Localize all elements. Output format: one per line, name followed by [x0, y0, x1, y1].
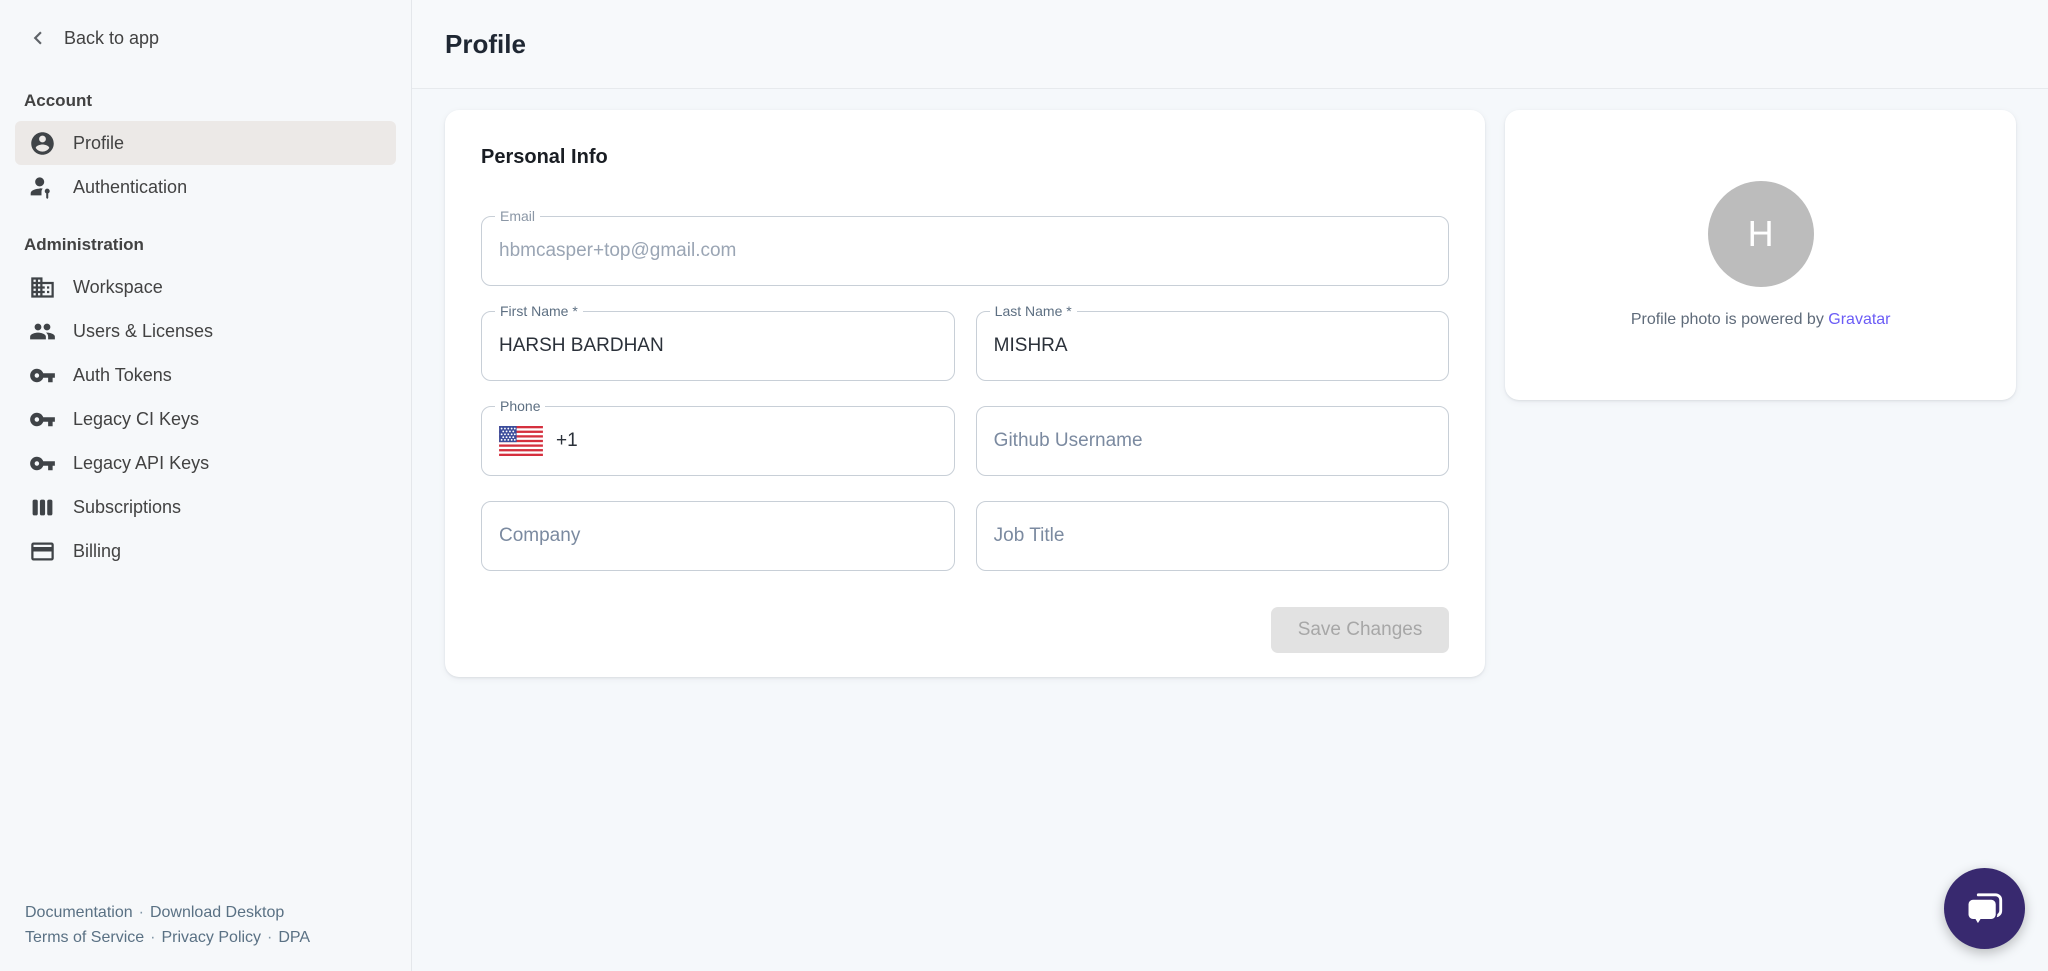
company-field[interactable]	[481, 501, 955, 571]
save-row: Save Changes	[481, 607, 1449, 653]
sidebar-item-label: Subscriptions	[73, 497, 181, 518]
sidebar-item-label: Legacy API Keys	[73, 453, 209, 474]
credit-card-icon	[29, 538, 56, 565]
download-desktop-link[interactable]: Download Desktop	[150, 904, 284, 921]
avatar: H	[1708, 181, 1814, 287]
dpa-link[interactable]: DPA	[278, 929, 310, 946]
sidebar-item-profile[interactable]: Profile	[15, 121, 396, 165]
account-circle-icon	[29, 130, 56, 157]
photo-caption: Profile photo is powered by Gravatar	[1631, 311, 1891, 329]
key-icon	[29, 362, 56, 389]
last-name-input[interactable]	[994, 335, 1432, 357]
sidebar-item-authentication[interactable]: Authentication	[15, 165, 396, 209]
sidebar-item-legacy-api-keys[interactable]: Legacy API Keys	[15, 441, 396, 485]
sidebar-item-label: Workspace	[73, 277, 163, 298]
job-title-field[interactable]	[976, 501, 1450, 571]
page-header: Profile	[412, 0, 2048, 89]
sidebar-item-label: Legacy CI Keys	[73, 409, 199, 430]
terms-of-service-link[interactable]: Terms of Service	[25, 929, 144, 946]
sidebar-item-users-licenses[interactable]: Users & Licenses	[15, 309, 396, 353]
email-field[interactable]: Email	[481, 216, 1449, 286]
sidebar-item-legacy-ci-keys[interactable]: Legacy CI Keys	[15, 397, 396, 441]
section-title-administration: Administration	[24, 235, 387, 255]
sidebar-item-label: Users & Licenses	[73, 321, 213, 342]
person-key-icon	[29, 174, 56, 201]
chat-widget-button[interactable]	[1944, 868, 2025, 949]
github-username-input[interactable]	[994, 430, 1432, 452]
photo-caption-text: Profile photo is powered by	[1631, 311, 1824, 328]
footer-separator: ·	[261, 929, 278, 946]
key-icon	[29, 450, 56, 477]
last-name-field[interactable]: Last Name *	[976, 311, 1450, 381]
footer-separator: ·	[133, 904, 150, 921]
email-field-label: Email	[495, 208, 540, 225]
privacy-policy-link[interactable]: Privacy Policy	[161, 929, 261, 946]
chat-bubbles-icon	[1962, 886, 2008, 932]
back-to-app-label: Back to app	[64, 28, 159, 49]
last-name-field-label: Last Name *	[990, 303, 1077, 320]
section-title-account: Account	[24, 91, 387, 111]
phone-input[interactable]	[556, 430, 937, 452]
sidebar-item-label: Auth Tokens	[73, 365, 172, 386]
us-flag-icon[interactable]	[499, 426, 543, 456]
job-title-input[interactable]	[994, 525, 1432, 547]
sidebar-item-workspace[interactable]: Workspace	[15, 265, 396, 309]
sidebar-footer: Documentation·Download Desktop Terms of …	[0, 900, 411, 971]
sidebar-item-label: Authentication	[73, 177, 187, 198]
bars-icon	[29, 494, 56, 521]
sidebar-item-label: Billing	[73, 541, 121, 562]
sidebar-item-auth-tokens[interactable]: Auth Tokens	[15, 353, 396, 397]
phone-field-label: Phone	[495, 398, 545, 415]
back-to-app-button[interactable]: Back to app	[0, 0, 411, 51]
personal-info-card: Personal Info Email First Name * Last Na…	[445, 110, 1485, 677]
footer-row-1: Documentation·Download Desktop	[25, 900, 387, 926]
first-name-field[interactable]: First Name *	[481, 311, 955, 381]
profile-photo-card: H Profile photo is powered by Gravatar	[1505, 110, 2016, 400]
documentation-link[interactable]: Documentation	[25, 904, 133, 921]
email-input[interactable]	[499, 240, 1431, 262]
phone-field[interactable]: Phone	[481, 406, 955, 476]
key-icon	[29, 406, 56, 433]
sidebar-item-label: Profile	[73, 133, 124, 154]
sidebar-item-billing[interactable]: Billing	[15, 529, 396, 573]
main-area: Profile Personal Info Email First Name *…	[412, 0, 2048, 971]
personal-info-form: Email First Name * Last Name * Phone	[481, 216, 1449, 571]
first-name-input[interactable]	[499, 335, 937, 357]
personal-info-title: Personal Info	[481, 146, 1449, 169]
footer-separator: ·	[144, 929, 161, 946]
save-changes-button[interactable]: Save Changes	[1271, 607, 1450, 653]
company-input[interactable]	[499, 525, 937, 547]
chevron-left-icon	[25, 25, 51, 51]
gravatar-link[interactable]: Gravatar	[1828, 311, 1890, 328]
github-username-field[interactable]	[976, 406, 1450, 476]
first-name-field-label: First Name *	[495, 303, 583, 320]
building-icon	[29, 274, 56, 301]
people-icon	[29, 318, 56, 345]
app: { "sidebar": { "back_label": "Back to ap…	[0, 0, 2048, 971]
sidebar-item-subscriptions[interactable]: Subscriptions	[15, 485, 396, 529]
content-area: Personal Info Email First Name * Last Na…	[412, 89, 2048, 971]
footer-row-2: Terms of Service·Privacy Policy·DPA	[25, 925, 387, 951]
page-title: Profile	[445, 29, 526, 60]
sidebar: Back to app Account Profile Authenticati…	[0, 0, 412, 971]
